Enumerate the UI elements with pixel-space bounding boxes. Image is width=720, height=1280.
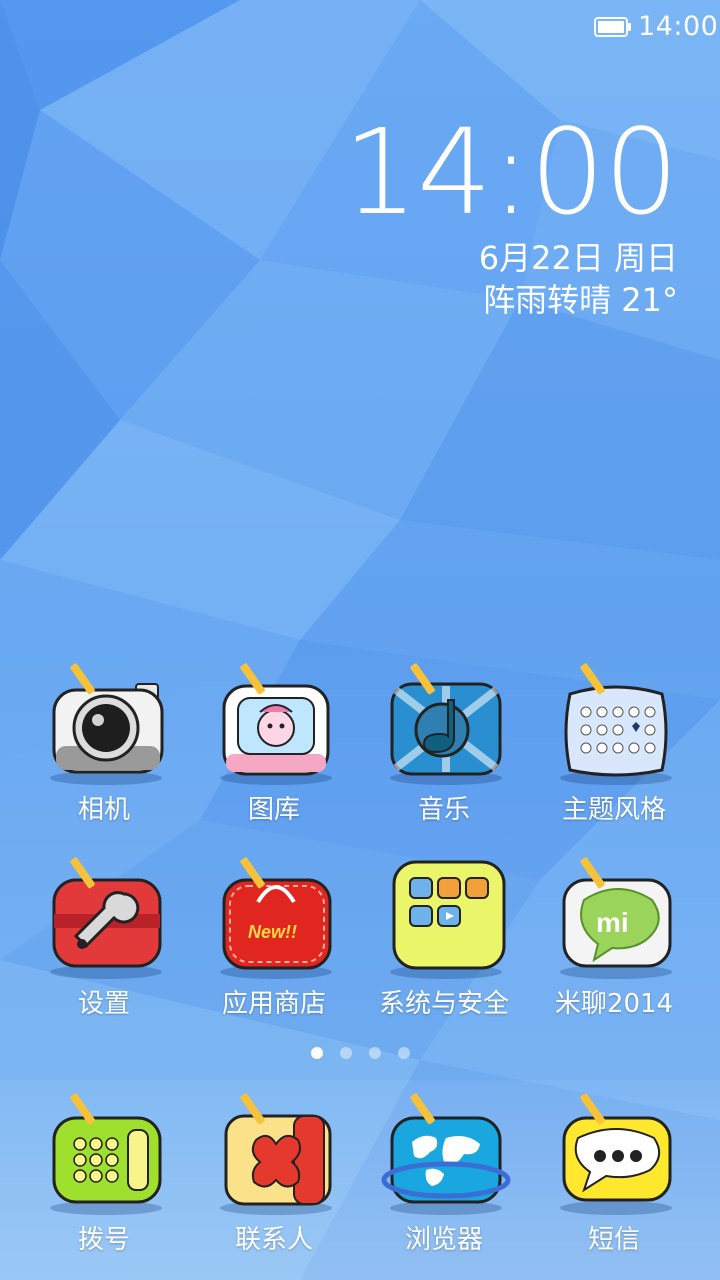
app-label: 联系人 (234, 1225, 313, 1255)
app-store-icon: New!! (220, 857, 332, 979)
camera-icon (50, 663, 164, 785)
app-system-security[interactable]: 系统与安全 (359, 854, 529, 1020)
app-label: 图库 (247, 795, 300, 825)
page-dot[interactable] (398, 1047, 410, 1059)
clock-time: 14:00 (342, 103, 679, 241)
app-gallery[interactable]: 图库 (189, 660, 359, 826)
settings-icon (50, 857, 162, 979)
contacts-icon (220, 1093, 332, 1215)
page-dot-active[interactable] (311, 1047, 323, 1059)
dock-app-messages[interactable]: 短信 (529, 1090, 699, 1256)
svg-text:mi: mi (596, 907, 629, 938)
app-miliao[interactable]: mi 米聊2014 (529, 854, 699, 1020)
svg-text:New!!: New!! (248, 922, 297, 942)
page-dot[interactable] (340, 1047, 352, 1059)
music-icon (390, 663, 502, 785)
app-label: 浏览器 (404, 1225, 483, 1255)
app-label: 相机 (77, 795, 130, 825)
app-label: 拨号 (77, 1225, 130, 1255)
system-security-icon (390, 860, 506, 979)
dock: 拨号 联系人 浏览器 短信 (0, 1080, 720, 1280)
app-label: 应用商店 (221, 989, 326, 1019)
clock-weather-widget[interactable]: 14:00 6月22日 周日 阵雨转晴 21° (258, 103, 679, 320)
page-dot[interactable] (369, 1047, 381, 1059)
miliao-icon: mi (560, 857, 672, 979)
status-bar: 14:00 (0, 0, 720, 54)
app-music[interactable]: 音乐 (359, 660, 529, 826)
app-app-store[interactable]: New!! 应用商店 (189, 854, 359, 1020)
app-label: 米聊2014 (554, 989, 674, 1019)
app-label: 音乐 (417, 795, 470, 825)
app-settings[interactable]: 设置 (19, 854, 189, 1020)
app-camera[interactable]: 相机 (19, 660, 189, 826)
date-text: 6月22日 周日 (478, 239, 678, 277)
app-label: 设置 (77, 989, 130, 1019)
battery-full-icon (594, 17, 631, 37)
dock-app-browser[interactable]: 浏览器 (359, 1090, 529, 1256)
theme-icon (560, 663, 672, 785)
app-label: 主题风格 (561, 795, 666, 825)
dock-app-phone[interactable]: 拨号 (19, 1090, 189, 1256)
dock-app-contacts[interactable]: 联系人 (189, 1090, 359, 1256)
gallery-icon (220, 663, 332, 785)
phone-dialer-icon (50, 1093, 162, 1215)
app-label: 系统与安全 (378, 989, 509, 1019)
page-indicator[interactable] (0, 1047, 720, 1063)
messages-icon (560, 1093, 672, 1215)
app-label: 短信 (587, 1225, 640, 1255)
app-theme[interactable]: 主题风格 (529, 660, 699, 826)
browser-icon (381, 1093, 511, 1215)
weather-text: 阵雨转晴 21° (483, 281, 678, 319)
status-time: 14:00 (638, 11, 719, 42)
